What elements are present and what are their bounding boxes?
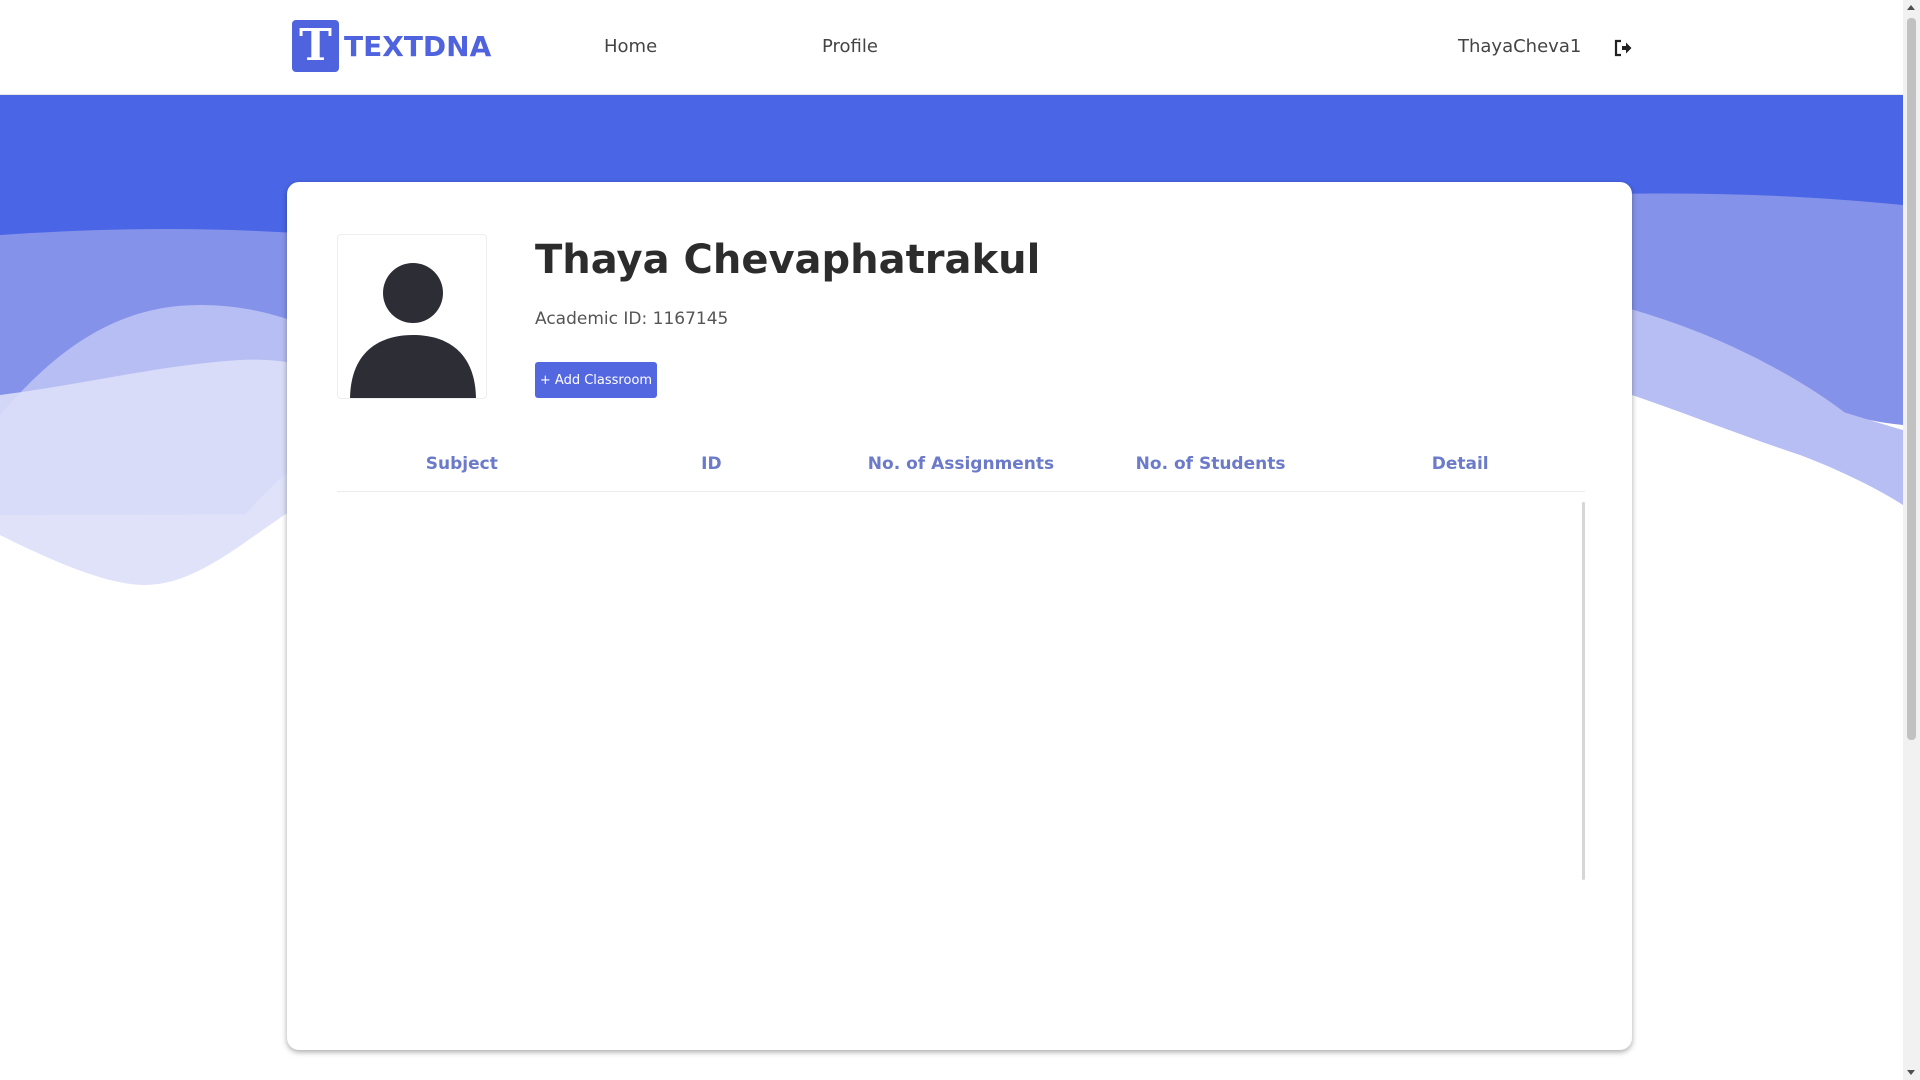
column-header-id[interactable]: ID: [587, 440, 837, 491]
profile-card: Thaya Chevaphatrakul Academic ID: 116714…: [287, 182, 1632, 1050]
table-scrollbar[interactable]: [1582, 502, 1585, 880]
column-header-detail[interactable]: Detail: [1335, 440, 1585, 491]
classroom-table-header: Subject ID No. of Assignments No. of Stu…: [337, 440, 1585, 492]
textdna-logo[interactable]: T TEXTDNA: [292, 20, 491, 72]
username-label: ThayaCheva1: [1458, 36, 1582, 57]
add-classroom-button[interactable]: + Add Classroom: [535, 362, 657, 398]
page-scrollbar[interactable]: [1903, 0, 1920, 1080]
sign-out-icon[interactable]: [1613, 38, 1633, 58]
column-header-subject[interactable]: Subject: [337, 440, 587, 491]
column-header-assignments[interactable]: No. of Assignments: [836, 440, 1086, 491]
academic-id-label: Academic ID:: [535, 309, 648, 329]
classroom-table-body: [337, 494, 1585, 880]
top-navbar: T TEXTDNA Home Profile ThayaCheva1: [0, 0, 1903, 95]
avatar: [337, 234, 487, 399]
user-silhouette-icon: [350, 263, 476, 398]
scroll-thumb[interactable]: [1907, 18, 1916, 740]
profile-name: Thaya Chevaphatrakul: [535, 237, 1041, 283]
column-header-students[interactable]: No. of Students: [1086, 440, 1336, 491]
nav-profile-link[interactable]: Profile: [822, 36, 878, 57]
scroll-up-arrow-icon[interactable]: [1907, 5, 1915, 10]
logo-text: TEXTDNA: [344, 29, 492, 63]
academic-id-value: 1167145: [652, 309, 729, 329]
academic-id-row: Academic ID: 1167145: [535, 309, 728, 329]
nav-home-link[interactable]: Home: [604, 36, 657, 57]
scroll-down-arrow-icon[interactable]: [1907, 1070, 1915, 1075]
logo-mark: T: [292, 20, 339, 72]
